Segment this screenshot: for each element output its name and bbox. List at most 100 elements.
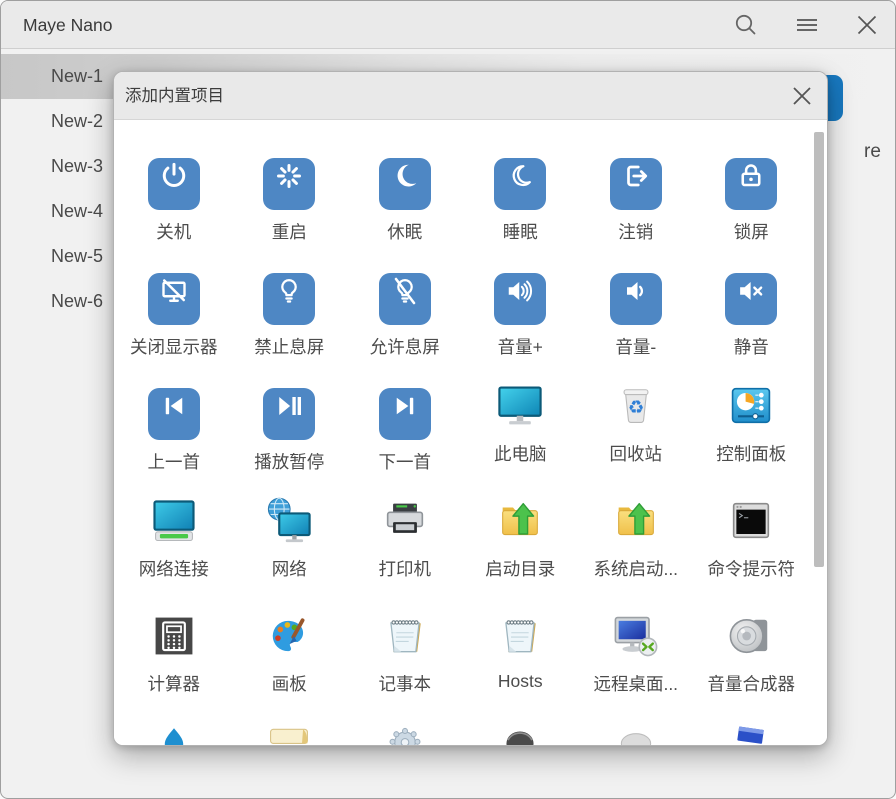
grid-item[interactable]: 重启: [232, 150, 348, 265]
drop-icon: [148, 725, 200, 745]
grid-item[interactable]: 休眠: [347, 150, 463, 265]
window-title: Maye Nano: [23, 1, 113, 49]
grid-item[interactable]: Hosts: [463, 610, 579, 725]
svg-text:♻: ♻: [627, 398, 644, 419]
grid-item-label: 禁止息屏: [232, 334, 348, 359]
grid-item[interactable]: 打印机: [347, 495, 463, 610]
gear-icon: [379, 725, 431, 745]
search-icon[interactable]: [733, 12, 759, 38]
grid-item-label: 播放暂停: [232, 449, 348, 474]
grid-item[interactable]: 音量合成器: [694, 610, 810, 725]
grid-item-partial[interactable]: [347, 725, 463, 745]
dialog-title: 添加内置项目: [125, 72, 224, 120]
box-blue-icon: [725, 725, 777, 745]
grid-item[interactable]: 画板: [232, 610, 348, 725]
sidebar-item-label: New-6: [51, 291, 103, 311]
grid-item-label: 关机: [116, 219, 232, 244]
grid-item-label: 回收站: [578, 441, 694, 466]
power-icon: [148, 158, 200, 210]
dome-light-icon: [610, 725, 662, 745]
grid-item-label: 此电脑: [463, 441, 579, 466]
grid-item-label: 音量合成器: [694, 671, 810, 696]
grid-item[interactable]: 远程桌面...: [578, 610, 694, 725]
dome-dark-icon: [494, 725, 546, 745]
grid-item[interactable]: 允许息屏: [347, 265, 463, 380]
grid-item[interactable]: 关闭显示器: [116, 265, 232, 380]
lightbulb-icon: [263, 273, 315, 325]
grid-item[interactable]: 上一首: [116, 380, 232, 495]
restart-icon: [263, 158, 315, 210]
lock-icon: [725, 158, 777, 210]
hibernate-moon-icon: [379, 158, 431, 210]
grid-item-label: 音量+: [463, 334, 579, 359]
grid-item[interactable]: 命令提示符: [694, 495, 810, 610]
logout-icon: [610, 158, 662, 210]
grid-item[interactable]: 音量-: [578, 265, 694, 380]
grid-item[interactable]: 禁止息屏: [232, 265, 348, 380]
app-window: New-1New-2New-3New-4New-5New-6 re Maye N…: [0, 0, 896, 799]
next-track-icon: [379, 388, 431, 440]
grid-item-label: 音量-: [578, 334, 694, 359]
grid-item-partial[interactable]: [232, 725, 348, 745]
grid-item[interactable]: 锁屏: [694, 150, 810, 265]
note-icon: [263, 725, 315, 745]
display-off-icon: [148, 273, 200, 325]
startup-folder-icon: [610, 495, 662, 547]
scrollbar-thumb[interactable]: [814, 132, 824, 567]
grid-item-label: 睡眠: [463, 219, 579, 244]
grid-item[interactable]: 控制面板: [694, 380, 810, 495]
grid-item[interactable]: 音量+: [463, 265, 579, 380]
recycle-bin-icon: ♻: [610, 380, 662, 432]
grid-item[interactable]: 启动目录: [463, 495, 579, 610]
grid-item-label: 记事本: [347, 671, 463, 696]
grid-item[interactable]: 计算器: [116, 610, 232, 725]
mute-icon: [725, 273, 777, 325]
menu-icon[interactable]: [794, 12, 820, 38]
grid-item-label: 网络连接: [116, 556, 232, 581]
grid-item-label: 画板: [232, 671, 348, 696]
grid-item[interactable]: 播放暂停: [232, 380, 348, 495]
sidebar-item-label: New-2: [51, 111, 103, 131]
close-icon[interactable]: [854, 12, 880, 38]
grid-item[interactable]: 记事本: [347, 610, 463, 725]
partial-background-text: re: [864, 141, 881, 163]
grid-item[interactable]: ♻ 回收站: [578, 380, 694, 495]
grid-item-label: 下一首: [347, 449, 463, 474]
grid-item-label: 上一首: [116, 449, 232, 474]
calculator-icon: [148, 610, 200, 662]
sidebar-item-label: New-1: [51, 66, 103, 86]
grid-item-label: 启动目录: [463, 556, 579, 581]
grid-item-partial[interactable]: [694, 725, 810, 745]
network-connection-icon: [148, 495, 200, 547]
grid-item-label: 系统启动...: [578, 556, 694, 581]
grid-item-partial[interactable]: [116, 725, 232, 745]
grid-item-partial[interactable]: [578, 725, 694, 745]
sidebar-item-label: New-5: [51, 246, 103, 266]
grid-item-label: 锁屏: [694, 219, 810, 244]
titlebar: Maye Nano: [1, 1, 895, 49]
grid-item-label: 网络: [232, 556, 348, 581]
grid-item[interactable]: 此电脑: [463, 380, 579, 495]
grid-item[interactable]: 下一首: [347, 380, 463, 495]
volume-mixer-icon: [725, 610, 777, 662]
grid-item-label: 命令提示符: [694, 556, 810, 581]
grid-item[interactable]: 注销: [578, 150, 694, 265]
grid-item[interactable]: 网络连接: [116, 495, 232, 610]
grid-item[interactable]: 关机: [116, 150, 232, 265]
notepad-icon: [379, 610, 431, 662]
grid-item[interactable]: 睡眠: [463, 150, 579, 265]
grid-item[interactable]: 静音: [694, 265, 810, 380]
control-panel-icon: [725, 380, 777, 432]
dialog-body: 关机重启休眠睡眠注销锁屏关闭显示器禁止息屏允许息屏音量+音量-静音上一首播放暂停…: [114, 120, 827, 745]
dialog-close-icon[interactable]: [789, 83, 815, 109]
sidebar-item-label: New-3: [51, 156, 103, 176]
grid-item-label: 关闭显示器: [116, 334, 232, 359]
grid-item-label: 打印机: [347, 556, 463, 581]
lightbulb-off-icon: [379, 273, 431, 325]
sleep-moon-icon: [494, 158, 546, 210]
this-pc-icon: [494, 380, 546, 432]
grid-item[interactable]: 系统启动...: [578, 495, 694, 610]
network-icon: [263, 495, 315, 547]
grid-item-partial[interactable]: [463, 725, 579, 745]
grid-item[interactable]: 网络: [232, 495, 348, 610]
